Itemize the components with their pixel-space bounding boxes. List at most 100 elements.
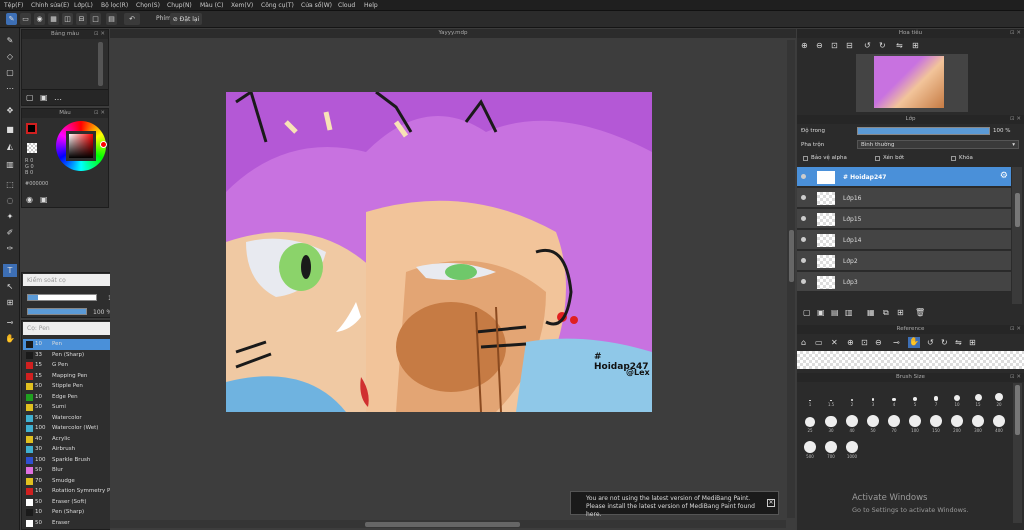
- ref-rotate-right-icon[interactable]: ↻: [941, 338, 948, 347]
- layer-item[interactable]: Lớp14: [797, 230, 1011, 250]
- layer-opacity-slider[interactable]: [857, 127, 990, 135]
- new-folder-icon[interactable]: ▤: [831, 308, 839, 317]
- flip-icon[interactable]: ⇋: [896, 41, 903, 50]
- brush-size-option[interactable]: 5: [906, 385, 924, 407]
- gradient-tool-icon[interactable]: ▥: [3, 158, 17, 171]
- brush-size-option[interactable]: 7: [927, 385, 945, 407]
- brush-size-option[interactable]: 30: [822, 411, 840, 433]
- close-reference-icon[interactable]: ✕: [831, 338, 838, 347]
- select-pen-tool-icon[interactable]: ✐: [3, 226, 17, 239]
- eyedropper-tool-icon[interactable]: ⊸: [3, 316, 17, 329]
- brush-size-option[interactable]: 200: [948, 411, 966, 433]
- open-icon[interactable]: ▭: [815, 338, 823, 347]
- brush-size-option[interactable]: 1.5: [822, 385, 840, 407]
- undo-icon[interactable]: ↶: [124, 13, 140, 25]
- square-icon[interactable]: □: [90, 13, 101, 25]
- layer-item[interactable]: Lớp15: [797, 209, 1011, 229]
- ref-rotate-left-icon[interactable]: ↺: [927, 338, 934, 347]
- rotate-right-icon[interactable]: ↻: [879, 41, 886, 50]
- hand-tool-icon[interactable]: ✋: [3, 332, 17, 345]
- brush-tool-icon[interactable]: ✎: [3, 34, 17, 47]
- menu-cloud[interactable]: Cloud: [338, 2, 355, 9]
- rect-tool-icon[interactable]: ▢: [3, 66, 17, 79]
- brush-item[interactable]: 50 Blur: [23, 465, 115, 476]
- brush-size-option[interactable]: 20: [990, 385, 1008, 407]
- layer-scrollbar[interactable]: [1012, 167, 1022, 304]
- ref-reset-icon[interactable]: ⊞: [969, 338, 976, 347]
- lock-checkbox[interactable]: [951, 156, 956, 161]
- brush-size-option[interactable]: 300: [969, 411, 987, 433]
- palette-scrollbar[interactable]: [98, 42, 103, 86]
- actual-size-icon[interactable]: ⊟: [846, 41, 853, 50]
- layer-item[interactable]: Lớp2: [797, 251, 1011, 271]
- ref-zoom-in-icon[interactable]: ⊕: [847, 338, 854, 347]
- fill-rect-tool-icon[interactable]: ■: [3, 123, 17, 136]
- ruler-icon[interactable]: ◫: [62, 13, 73, 25]
- ref-hand-icon[interactable]: ✋: [908, 337, 920, 348]
- layer-item[interactable]: Lớp16: [797, 188, 1011, 208]
- new-halftone-layer-icon[interactable]: ▣: [817, 308, 825, 317]
- eye-icon[interactable]: [801, 237, 806, 242]
- canvas-hscroll[interactable]: [110, 520, 786, 528]
- menu-filter[interactable]: Bộ lọc(R): [101, 2, 128, 9]
- brush-size-option[interactable]: 700: [822, 437, 840, 459]
- layer-icon[interactable]: ▭: [20, 13, 31, 25]
- brush-item[interactable]: 50 Eraser (Soft): [23, 497, 115, 508]
- brush-size-option[interactable]: 1: [801, 385, 819, 407]
- brush-size-option[interactable]: 15: [969, 385, 987, 407]
- layer-item[interactable]: # Hoidap247 ⚙: [797, 167, 1011, 187]
- gear-icon[interactable]: ⚙: [1000, 171, 1008, 181]
- protect-alpha-checkbox[interactable]: [803, 156, 808, 161]
- menu-select[interactable]: Chọn(S): [136, 2, 160, 9]
- brush-item[interactable]: 15 Mapping Pen: [23, 371, 115, 382]
- brush-item[interactable]: 50 Stipple Pen: [23, 381, 115, 392]
- brush-size-option[interactable]: 10: [948, 385, 966, 407]
- brush-item[interactable]: 40 Acrylic: [23, 434, 115, 445]
- comment-icon[interactable]: ◉: [34, 13, 45, 25]
- brush-item[interactable]: 10 Pen ⚙: [23, 339, 115, 350]
- merge-layer-icon[interactable]: ⊞: [897, 308, 904, 317]
- brush-item[interactable]: 15 G Pen: [23, 360, 115, 371]
- brush-item[interactable]: 30 Airbrush: [23, 444, 115, 455]
- move-tool-icon[interactable]: ✥: [3, 104, 17, 117]
- canvas-vscroll[interactable]: [787, 40, 795, 518]
- brush-item[interactable]: 100 Watercolor (Wet): [23, 423, 115, 434]
- color-box-icon[interactable]: ▣: [40, 195, 48, 204]
- home-icon[interactable]: ⌂: [801, 338, 806, 347]
- reference-view[interactable]: [797, 351, 1024, 369]
- menu-window[interactable]: Cửa sổ(W): [301, 2, 332, 9]
- brush-item[interactable]: 50 Watercolor: [23, 413, 115, 424]
- ref-flip-icon[interactable]: ⇋: [955, 338, 962, 347]
- palette-menu-icon[interactable]: …: [54, 93, 62, 102]
- menu-view[interactable]: Xem(V): [231, 2, 253, 9]
- ref-eyedropper-icon[interactable]: ⊸: [893, 338, 900, 347]
- brush-item[interactable]: 10 Edge Pen: [23, 392, 115, 403]
- fit-icon[interactable]: ⊡: [831, 41, 838, 50]
- eraser-tool-icon[interactable]: ◇: [3, 50, 17, 63]
- brush-size-option[interactable]: 500: [801, 437, 819, 459]
- brush-size-option[interactable]: 1000: [843, 437, 861, 459]
- brush-size-option[interactable]: 50: [864, 411, 882, 433]
- brushsize-scrollbar[interactable]: [1013, 383, 1022, 523]
- brush-size-option[interactable]: 2: [843, 385, 861, 407]
- dotted-tool-icon[interactable]: ⋯: [3, 82, 17, 95]
- menu-help[interactable]: Help: [364, 2, 378, 9]
- brush-item[interactable]: 100 Sparkle Brush: [23, 455, 115, 466]
- folder-icon[interactable]: ▦: [867, 308, 875, 317]
- select-tool-icon[interactable]: ⬚: [3, 178, 17, 191]
- foreground-color-swatch[interactable]: [26, 123, 37, 134]
- artwork[interactable]: # Hoidap247 @Lex: [226, 92, 652, 412]
- menu-snap[interactable]: Chụp(N): [167, 2, 192, 9]
- reset-button[interactable]: ⊘ Đặt lại: [170, 13, 202, 25]
- brush-item[interactable]: 70 Smudge: [23, 476, 115, 487]
- bucket-tool-icon[interactable]: ◭: [3, 140, 17, 153]
- menu-layer[interactable]: Lớp(L): [74, 2, 93, 9]
- brush-size-option[interactable]: 25: [801, 411, 819, 433]
- brush-item[interactable]: 50 Sumi: [23, 402, 115, 413]
- rotate-left-icon[interactable]: ↺: [864, 41, 871, 50]
- navigator-preview[interactable]: [856, 54, 968, 112]
- menu-file[interactable]: Tệp(F): [4, 2, 23, 9]
- brush-mode-icon[interactable]: ✎: [6, 13, 17, 25]
- eye-icon[interactable]: [801, 174, 806, 179]
- color-settings-icon[interactable]: ◉: [26, 195, 33, 204]
